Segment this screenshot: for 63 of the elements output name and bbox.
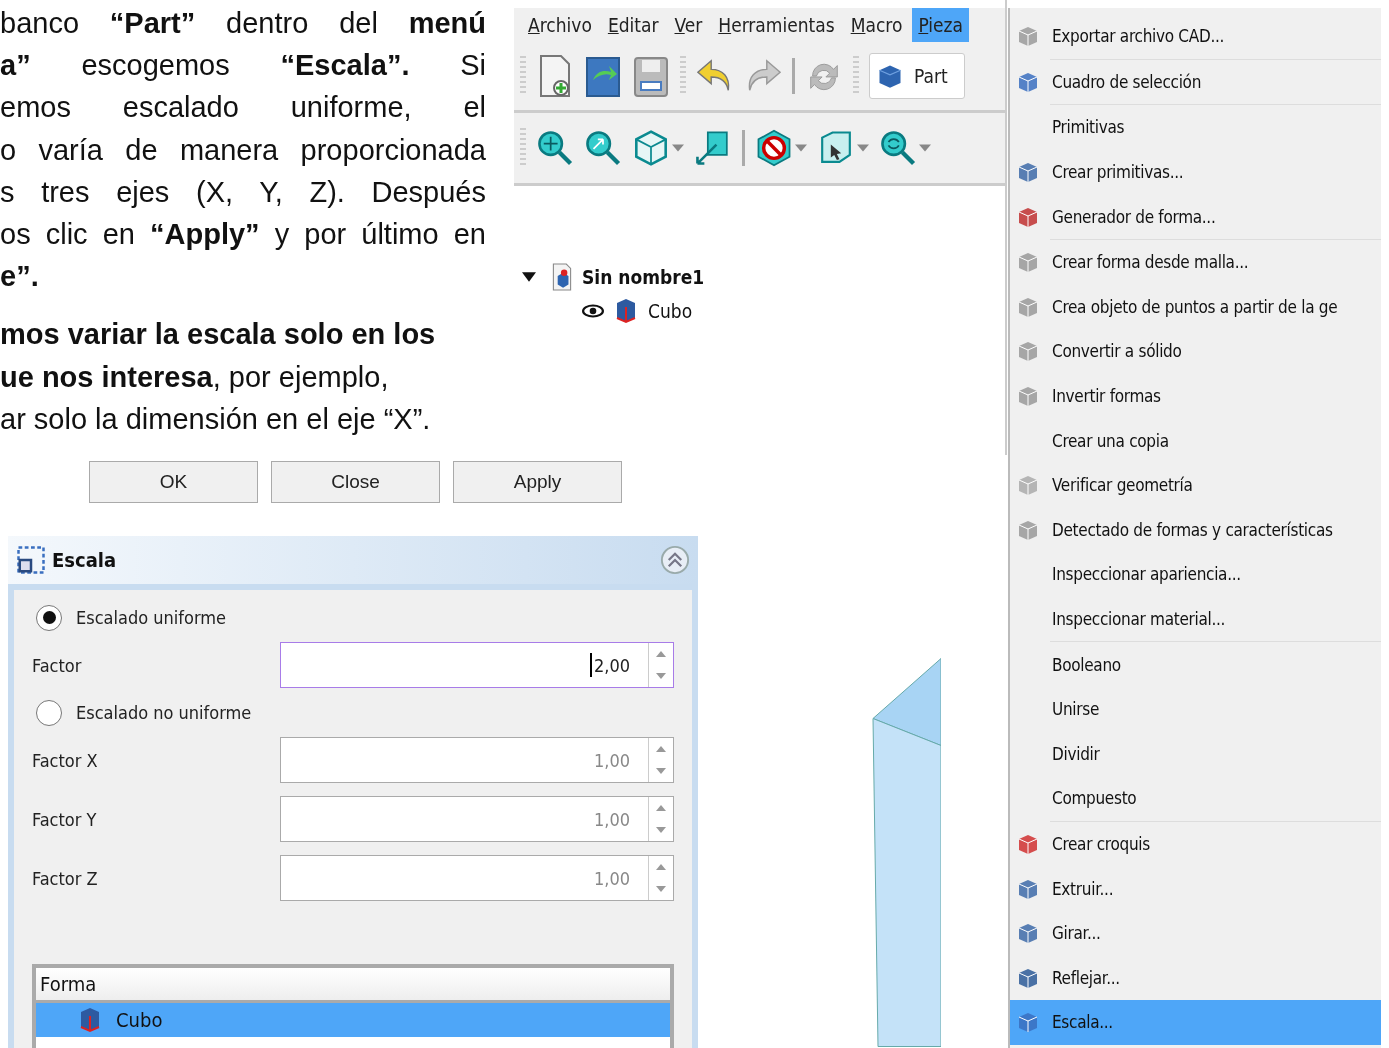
open-folder-icon[interactable]	[584, 54, 622, 98]
list-row[interactable]: Cubo	[36, 1003, 670, 1037]
option-label: Escalado no uniforme	[76, 702, 252, 723]
menu-item[interactable]: Unirse	[1010, 686, 1381, 732]
caret-icon[interactable]	[919, 144, 931, 152]
radio-button[interactable]	[36, 699, 62, 726]
spin-up-icon[interactable]	[656, 651, 666, 657]
menu-item[interactable]: Detectado de formas y características	[1010, 507, 1381, 553]
document-icon	[552, 263, 572, 291]
menu-item[interactable]: Primitivas	[1010, 105, 1381, 150]
menu-item[interactable]: Archivo	[522, 8, 598, 42]
dialog-button[interactable]: Apply	[453, 461, 622, 503]
caret-icon[interactable]	[795, 144, 807, 152]
radio-button[interactable]	[36, 604, 62, 631]
option-label: Escalado uniforme	[76, 607, 226, 628]
menu-item[interactable]: Inspeccionar material...	[1010, 596, 1381, 642]
field-label: Factor	[32, 654, 82, 676]
menu-item[interactable]: Macro	[844, 8, 909, 42]
menu-item[interactable]: Editar	[601, 8, 665, 42]
menu-item[interactable]: Crear croquis	[1010, 821, 1381, 867]
menu-item[interactable]: Escala...	[1010, 1000, 1381, 1045]
number-field[interactable]: 2,00	[280, 642, 674, 688]
menu-item[interactable]: Extruir...	[1010, 866, 1381, 911]
spin-down-icon[interactable]	[656, 673, 666, 679]
caret-icon[interactable]	[857, 144, 869, 152]
menu-item[interactable]: Girar...	[1010, 910, 1381, 956]
field-label: Factor Y	[32, 808, 97, 830]
menu-item[interactable]: Compuesto	[1010, 776, 1381, 821]
paragraph: banco “Part” dentro del menú a” escogemos “Escala”. Si emos escalado uniforme, el o varía de manera proporcionada s tres ejes (X, Y, Z). Después os clic en “Apply” y por último en e”.	[0, 6, 486, 295]
dialog-button[interactable]: OK	[89, 461, 258, 503]
menu-item[interactable]: Invertir formas	[1010, 373, 1381, 419]
menu-item[interactable]: Ver	[668, 8, 709, 42]
field-label: Factor X	[32, 749, 98, 771]
menu-item[interactable]: Crear primitivas...	[1010, 149, 1381, 195]
panel-title: Escala	[52, 548, 118, 572]
expand-arrow-icon[interactable]	[522, 272, 536, 282]
menu-item[interactable]: Crear una copia	[1010, 418, 1381, 463]
menu-item[interactable]: Generador de forma...	[1010, 194, 1381, 239]
tree-item[interactable]: Cubo	[648, 300, 693, 322]
scale-icon	[16, 545, 46, 575]
cube-icon	[614, 298, 638, 324]
save-icon[interactable]	[632, 54, 670, 98]
menu-item[interactable]: Crea objeto de puntos a partir de la ge	[1010, 284, 1381, 330]
collapse-icon[interactable]	[660, 545, 690, 575]
menu-item[interactable]: Convertir a sólido	[1010, 329, 1381, 374]
menu-item[interactable]: Herramientas	[712, 8, 841, 42]
cube-icon	[78, 1007, 102, 1033]
eye-icon[interactable]	[582, 304, 604, 318]
menu-item[interactable]: Inspeccionar apariencia...	[1010, 552, 1381, 597]
menu-item[interactable]: Verificar geometría	[1010, 462, 1381, 508]
menu-item[interactable]: Reflejar...	[1010, 955, 1381, 1001]
paragraph: mos variar la escala solo en los ue nos interesa, por ejemplo, ar solo la dimensión en el eje “X”.	[0, 317, 437, 437]
menu-item[interactable]: Crear forma desde malla...	[1010, 239, 1381, 285]
workbench-selector[interactable]: Part	[869, 53, 965, 99]
field-label: Factor Z	[32, 867, 98, 889]
menu-item[interactable]: Cuadro de selección	[1010, 59, 1381, 105]
menu-item[interactable]: Booleano	[1010, 642, 1381, 687]
tree-item[interactable]: Sin nombre1	[582, 266, 705, 288]
menu-item[interactable]: Pieza	[912, 8, 969, 42]
dialog-button[interactable]: Close	[271, 461, 440, 503]
menu-item[interactable]: Exportar archivo CAD...	[1010, 14, 1381, 59]
caret-icon[interactable]	[672, 144, 684, 152]
menu-item[interactable]: Dividir	[1010, 731, 1381, 777]
